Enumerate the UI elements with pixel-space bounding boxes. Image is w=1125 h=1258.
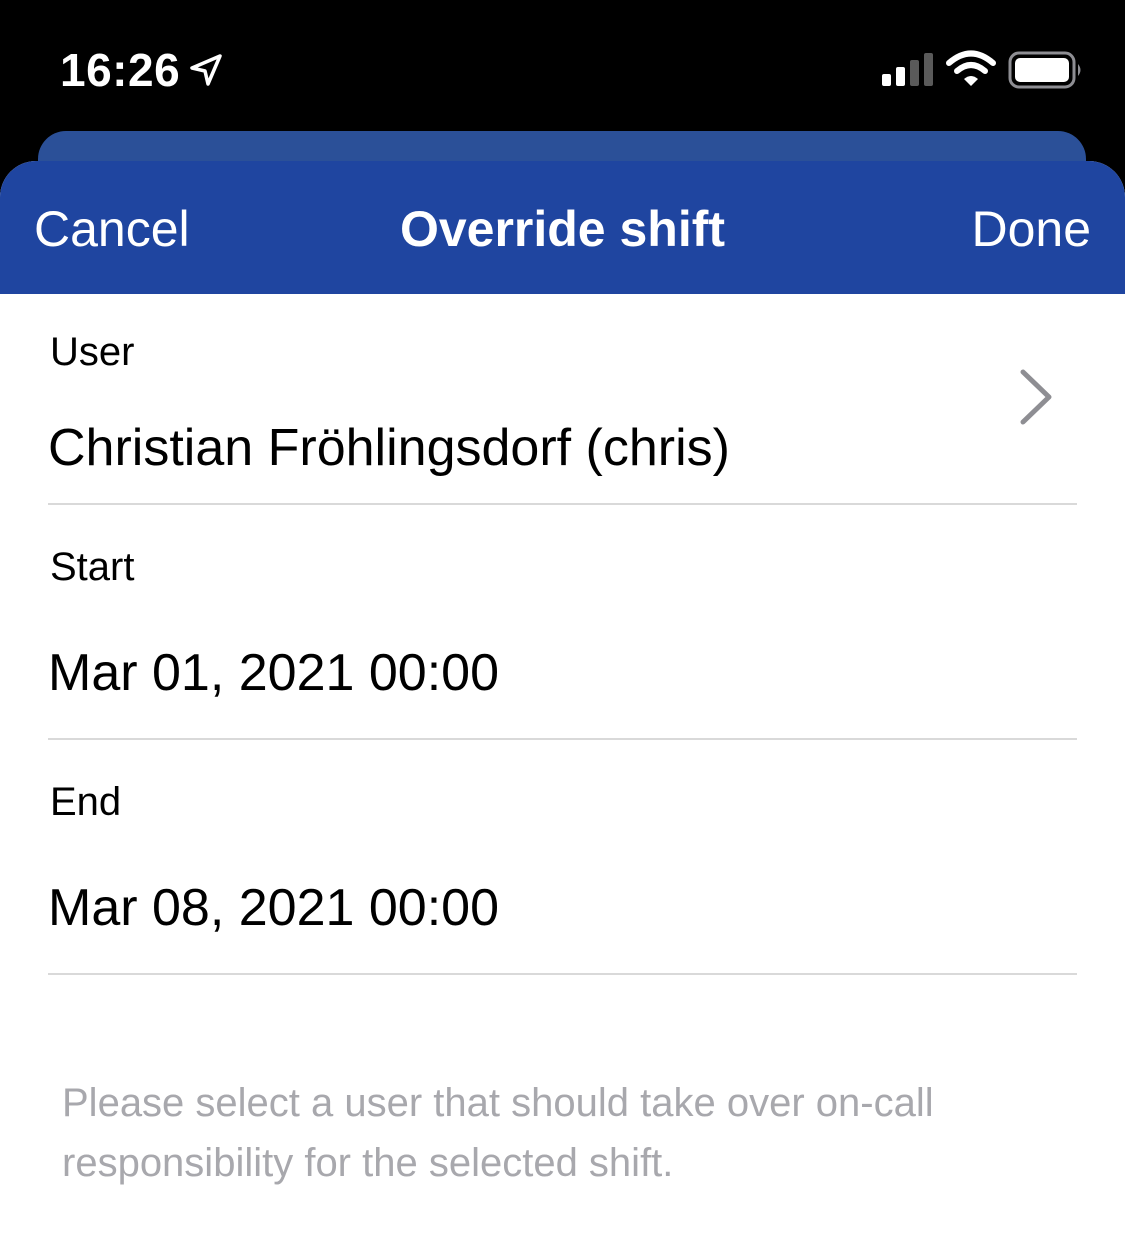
status-bar: 16:26 [0, 0, 1125, 140]
helper-text: Please select a user that should take ov… [62, 1081, 934, 1185]
wifi-icon [946, 50, 996, 86]
cancel-button[interactable]: Cancel [34, 199, 190, 259]
end-label: End [50, 780, 122, 824]
end-value: Mar 08, 2021 00:00 [48, 879, 499, 937]
override-shift-sheet: Cancel Override shift Done User Christia… [0, 161, 1125, 1258]
status-time: 16:26 [60, 44, 181, 96]
done-button[interactable]: Done [971, 199, 1091, 259]
battery-icon [1008, 51, 1081, 89]
end-row[interactable]: End Mar 08, 2021 00:00 [48, 740, 1077, 975]
nav-bar: Cancel Override shift Done [0, 161, 1125, 294]
location-arrow-icon [190, 54, 222, 86]
cellular-signal-icon [882, 53, 933, 86]
start-label: Start [50, 545, 135, 589]
start-value: Mar 01, 2021 00:00 [48, 644, 499, 702]
user-label: User [50, 330, 135, 374]
start-row[interactable]: Start Mar 01, 2021 00:00 [48, 505, 1077, 740]
user-value: Christian Fröhlingsdorf (chris) [48, 419, 730, 477]
chevron-right-icon [1020, 369, 1052, 425]
user-row[interactable]: User Christian Fröhlingsdorf (chris) [48, 294, 1077, 505]
